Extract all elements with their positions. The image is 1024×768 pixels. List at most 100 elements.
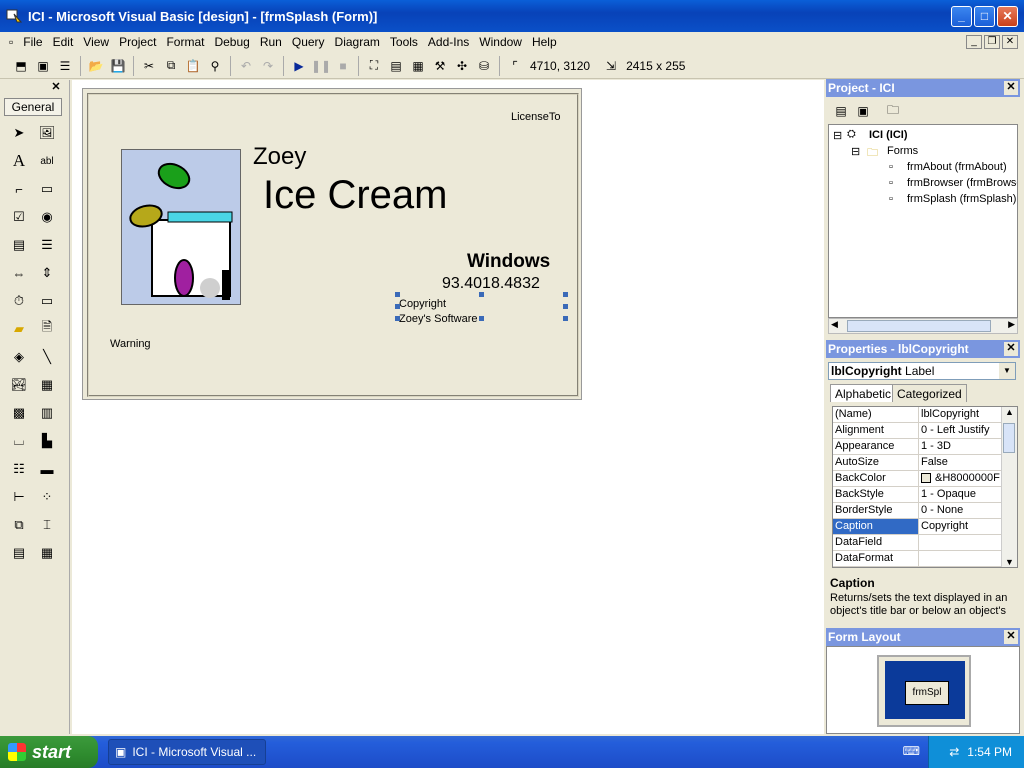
property-value[interactable] (919, 551, 1001, 566)
adodc-icon[interactable]: ⌴ (8, 430, 30, 452)
menu-edit[interactable]: Edit (48, 35, 79, 49)
menu-run[interactable]: Run (255, 35, 287, 49)
project-horizontal-scrollbar[interactable]: ◀ ▶ (828, 318, 1018, 334)
platform-label[interactable]: Windows (467, 251, 550, 273)
selection-handle[interactable] (395, 304, 400, 309)
menu-file[interactable]: File (18, 35, 47, 49)
redo-icon[interactable]: ↷ (257, 55, 279, 77)
form-layout-icon[interactable]: ▦ (407, 55, 429, 77)
property-value[interactable]: Copyright (919, 519, 1001, 534)
ole-icon[interactable]: ▩ (8, 402, 30, 424)
properties-panel-close-button[interactable]: ✕ (1004, 342, 1018, 356)
flexgrid-icon[interactable]: ▦ (36, 542, 58, 564)
add-project-icon[interactable]: ⬒ (10, 55, 32, 77)
datacombo-icon[interactable]: ▙ (36, 430, 58, 452)
tree-item-frmabout[interactable]: frmAbout (frmAbout) (907, 161, 1007, 173)
object-selector[interactable]: lblCopyright Label ▼ (828, 362, 1016, 380)
toolbox-close-button[interactable]: ✕ (49, 82, 63, 94)
clock[interactable]: 1:54 PM (967, 745, 1012, 759)
property-grid-scrollbar[interactable]: ▲ ▼ (1001, 407, 1017, 567)
property-row[interactable]: Appearance 1 - 3D (833, 439, 1001, 455)
data-control-icon[interactable]: ▦ (36, 374, 58, 396)
ice-cream-logo[interactable] (121, 149, 241, 305)
menu-help[interactable]: Help (527, 35, 562, 49)
company-label[interactable]: Zoey's Software (399, 313, 478, 325)
shape-icon[interactable]: ◈ (8, 346, 30, 368)
paste-icon[interactable]: 📋 (182, 55, 204, 77)
maximize-button[interactable]: □ (974, 5, 995, 27)
frame-icon[interactable]: ⌐ (8, 178, 30, 200)
license-label[interactable]: LicenseTo (511, 111, 561, 123)
selection-handle[interactable] (479, 292, 484, 297)
menu-project[interactable]: Project (114, 35, 161, 49)
tree-item-frmsplash[interactable]: frmSplash (frmSplash) (907, 193, 1016, 205)
save-project-icon[interactable]: 💾 (107, 55, 129, 77)
tab-categorized[interactable]: Categorized (892, 384, 967, 402)
property-row-selected[interactable]: Caption Copyright (833, 519, 1001, 535)
scroll-up-icon[interactable]: ▲ (1005, 407, 1014, 417)
add-form-icon[interactable]: ▣ (32, 55, 54, 77)
menu-debug[interactable]: Debug (209, 35, 254, 49)
company-heading[interactable]: Zoey (253, 143, 306, 171)
treeview-icon[interactable]: ⊢ (8, 486, 30, 508)
collapse-icon[interactable]: ⊟ (851, 145, 860, 158)
scroll-thumb[interactable] (1003, 423, 1015, 453)
filelistbox-icon[interactable]: 🗎 (36, 318, 58, 340)
selection-handle[interactable] (563, 292, 568, 297)
menu-format[interactable]: Format (161, 35, 209, 49)
selection-handle[interactable] (395, 316, 400, 321)
image-icon[interactable]: 🏞 (8, 374, 30, 396)
toolbar-control-icon[interactable]: ⌶ (36, 514, 58, 536)
copyright-label[interactable]: Copyright (399, 298, 446, 310)
scroll-right-icon[interactable]: ▶ (1008, 319, 1015, 330)
menu-view[interactable]: View (78, 35, 114, 49)
project-explorer-icon[interactable]: ⛶ (363, 55, 385, 77)
property-value[interactable]: 0 - Left Justify (919, 423, 1001, 438)
property-row[interactable]: BackColor &H8000000F (833, 471, 1001, 487)
tree-project-root[interactable]: ICI (ICI) (869, 129, 908, 141)
toolbox-icon[interactable]: ✣ (451, 55, 473, 77)
form-layout-close-button[interactable]: ✕ (1004, 630, 1018, 644)
mdi-close-button[interactable]: ✕ (1002, 35, 1018, 49)
scroll-thumb[interactable] (847, 320, 991, 332)
dirlistbox-icon[interactable]: ▰ (8, 318, 30, 340)
break-icon[interactable]: ❚❚ (310, 55, 332, 77)
property-value[interactable] (919, 535, 1001, 550)
property-row[interactable]: Alignment 0 - Left Justify (833, 423, 1001, 439)
property-row[interactable]: BackStyle 1 - Opaque (833, 487, 1001, 503)
tabstrip-icon[interactable]: ⧉ (8, 514, 30, 536)
view-code-icon[interactable]: ▤ (830, 100, 852, 122)
project-panel-close-button[interactable]: ✕ (1004, 81, 1018, 95)
toggle-folders-icon[interactable]: 🗀 (882, 100, 904, 122)
property-value[interactable]: 1 - 3D (919, 439, 1001, 454)
object-browser-icon[interactable]: ⚒ (429, 55, 451, 77)
scroll-left-icon[interactable]: ◀ (831, 319, 838, 330)
menu-query[interactable]: Query (287, 35, 330, 49)
toolbox-general-tab[interactable]: General (4, 98, 62, 116)
vscrollbar-icon[interactable]: ⇕ (36, 262, 58, 284)
datagrid-icon[interactable]: ▥ (36, 402, 58, 424)
collapse-icon[interactable]: ⊟ (833, 129, 842, 142)
listbox-icon[interactable]: ☰ (36, 234, 58, 256)
network-icon[interactable]: ⇄ (949, 745, 959, 759)
textbox-icon[interactable]: abl (36, 150, 58, 172)
selection-handle[interactable] (395, 292, 400, 297)
project-tree[interactable]: ⊟ ⛭ ICI (ICI) ⊟ 🗀 Forms ▫ frmAbout (frmA… (828, 124, 1018, 318)
tree-forms-folder[interactable]: Forms (887, 145, 918, 157)
drivelistbox-icon[interactable]: ▭ (36, 290, 58, 312)
mdi-minimize-button[interactable]: _ (966, 35, 982, 49)
find-icon[interactable]: ⚲ (204, 55, 226, 77)
progressbar-icon[interactable]: ▬ (36, 458, 58, 480)
keyboard-icon[interactable]: ⌨ (903, 744, 920, 758)
commandbutton-icon[interactable]: ▭ (36, 178, 58, 200)
cut-icon[interactable]: ✂ (138, 55, 160, 77)
minimize-button[interactable]: _ (951, 5, 972, 27)
optionbutton-icon[interactable]: ◉ (36, 206, 58, 228)
form-position-preview[interactable]: frmSpl (905, 681, 949, 705)
menu-window[interactable]: Window (474, 35, 527, 49)
combobox-icon[interactable]: ▤ (8, 234, 30, 256)
view-object-icon[interactable]: ▣ (852, 100, 874, 122)
start-icon[interactable]: ▶ (288, 55, 310, 77)
selection-handle[interactable] (563, 304, 568, 309)
property-grid[interactable]: (Name) lblCopyright Alignment 0 - Left Jus… (832, 406, 1018, 568)
